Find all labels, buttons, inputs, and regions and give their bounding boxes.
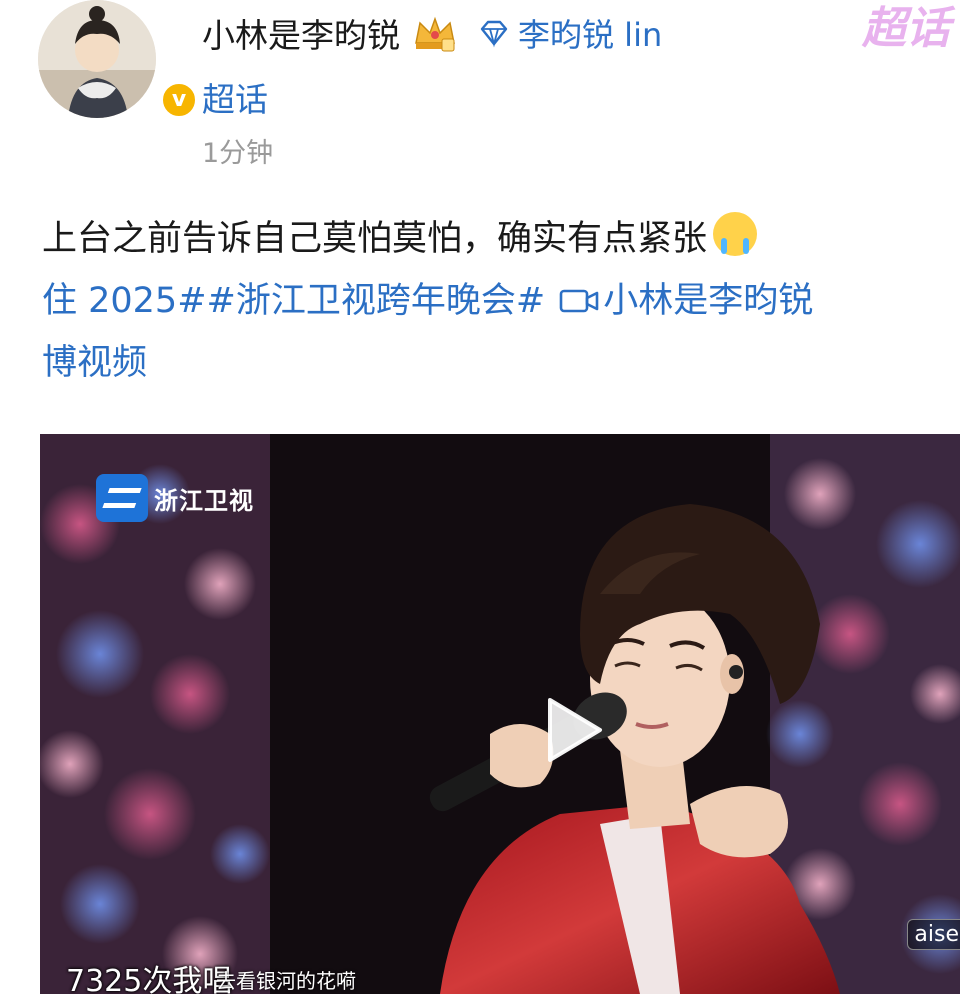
post-timestamp: 1分钟 [202,138,274,169]
play-icon[interactable] [530,690,610,770]
video-player[interactable]: 浙江卫视 aise 7325次我唱 去看银河的花嗬 [40,434,960,994]
post-text: 上台之前告诉自己莫怕莫怕，确实有点紧张 住 2025##浙江卫视跨年晚会# 小林… [42,208,960,394]
avatar[interactable] [38,0,156,118]
avatar-illustration [38,0,156,118]
watermark: aise [907,919,960,950]
verified-badge-icon: v [160,81,198,119]
post-line-3: 博视频 [42,332,960,394]
channel-logo-text: 浙江卫视 [154,486,254,515]
diamond-icon [480,20,508,48]
avatar-container[interactable]: v [38,0,198,119]
video-link[interactable]: 小林是李昀锐 [603,281,813,321]
video-subtitle: 7325次我唱 [66,964,233,994]
zhejiang-tv-logo-icon [96,474,148,522]
video-camera-icon [559,289,599,313]
post-line-1: 上台之前告诉自己莫怕莫怕，确实有点紧张 [42,208,960,270]
channel-logo: 浙江卫视 [96,474,254,522]
username[interactable]: 小林是李昀锐 [202,9,400,57]
video-link-continued[interactable]: 博视频 [42,343,147,383]
crying-face-icon [713,212,758,256]
post-body-text: 上台之前告诉自己莫怕莫怕，确实有点紧张 [42,219,708,259]
post-line-2: 住 2025##浙江卫视跨年晚会# 小林是李昀锐 [42,270,960,332]
hashtag-link[interactable]: 住 2025##浙江卫视跨年晚会# [42,281,545,321]
user-name-row: 小林是李昀锐 李昀锐 lin [202,10,662,56]
crown-icon[interactable] [410,13,460,53]
video-caption: 去看银河的花嗬 [216,969,356,993]
corner-supertopic-tag: 超话 [862,3,950,54]
supertopic-link[interactable]: 超话 [202,73,268,121]
fan-club-link[interactable]: 李昀锐 lin [518,10,662,56]
